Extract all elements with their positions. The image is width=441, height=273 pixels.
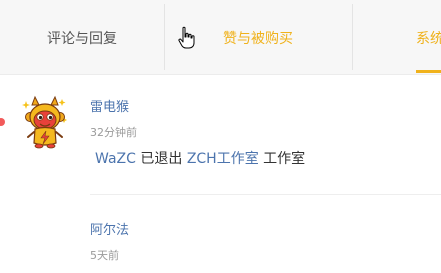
tab-comments-replies[interactable]: 评论与回复 xyxy=(0,0,164,74)
monkey-mascot-avatar xyxy=(22,95,67,149)
actor-link[interactable]: WaZC xyxy=(95,151,136,167)
notification-time: 32分钟前 xyxy=(90,126,137,139)
tab-system[interactable]: 系统 xyxy=(352,0,441,74)
avatar[interactable] xyxy=(20,95,70,151)
message-suffix: 工作室 xyxy=(263,151,306,167)
list-divider xyxy=(90,194,441,195)
active-tab-indicator xyxy=(416,70,441,73)
notification-username[interactable]: 雷电猴 xyxy=(90,96,129,115)
notification-time: 5天前 xyxy=(90,249,119,262)
notification-username[interactable]: 阿尔法 xyxy=(90,219,129,238)
message-action: 已退出 xyxy=(140,151,183,167)
tab-bar: 评论与回复 赞与被购买 系统 xyxy=(0,0,441,75)
notifications-page: 评论与回复 赞与被购买 系统 雷电猴 32分钟前 WaZC 已退出 ZCH工作室… xyxy=(0,0,441,273)
notification-message: WaZC 已退出 ZCH工作室 工作室 xyxy=(95,148,305,168)
studio-link[interactable]: ZCH工作室 xyxy=(187,151,259,167)
tab-likes-purchases[interactable]: 赞与被购买 xyxy=(164,0,352,74)
unread-dot xyxy=(0,118,5,126)
